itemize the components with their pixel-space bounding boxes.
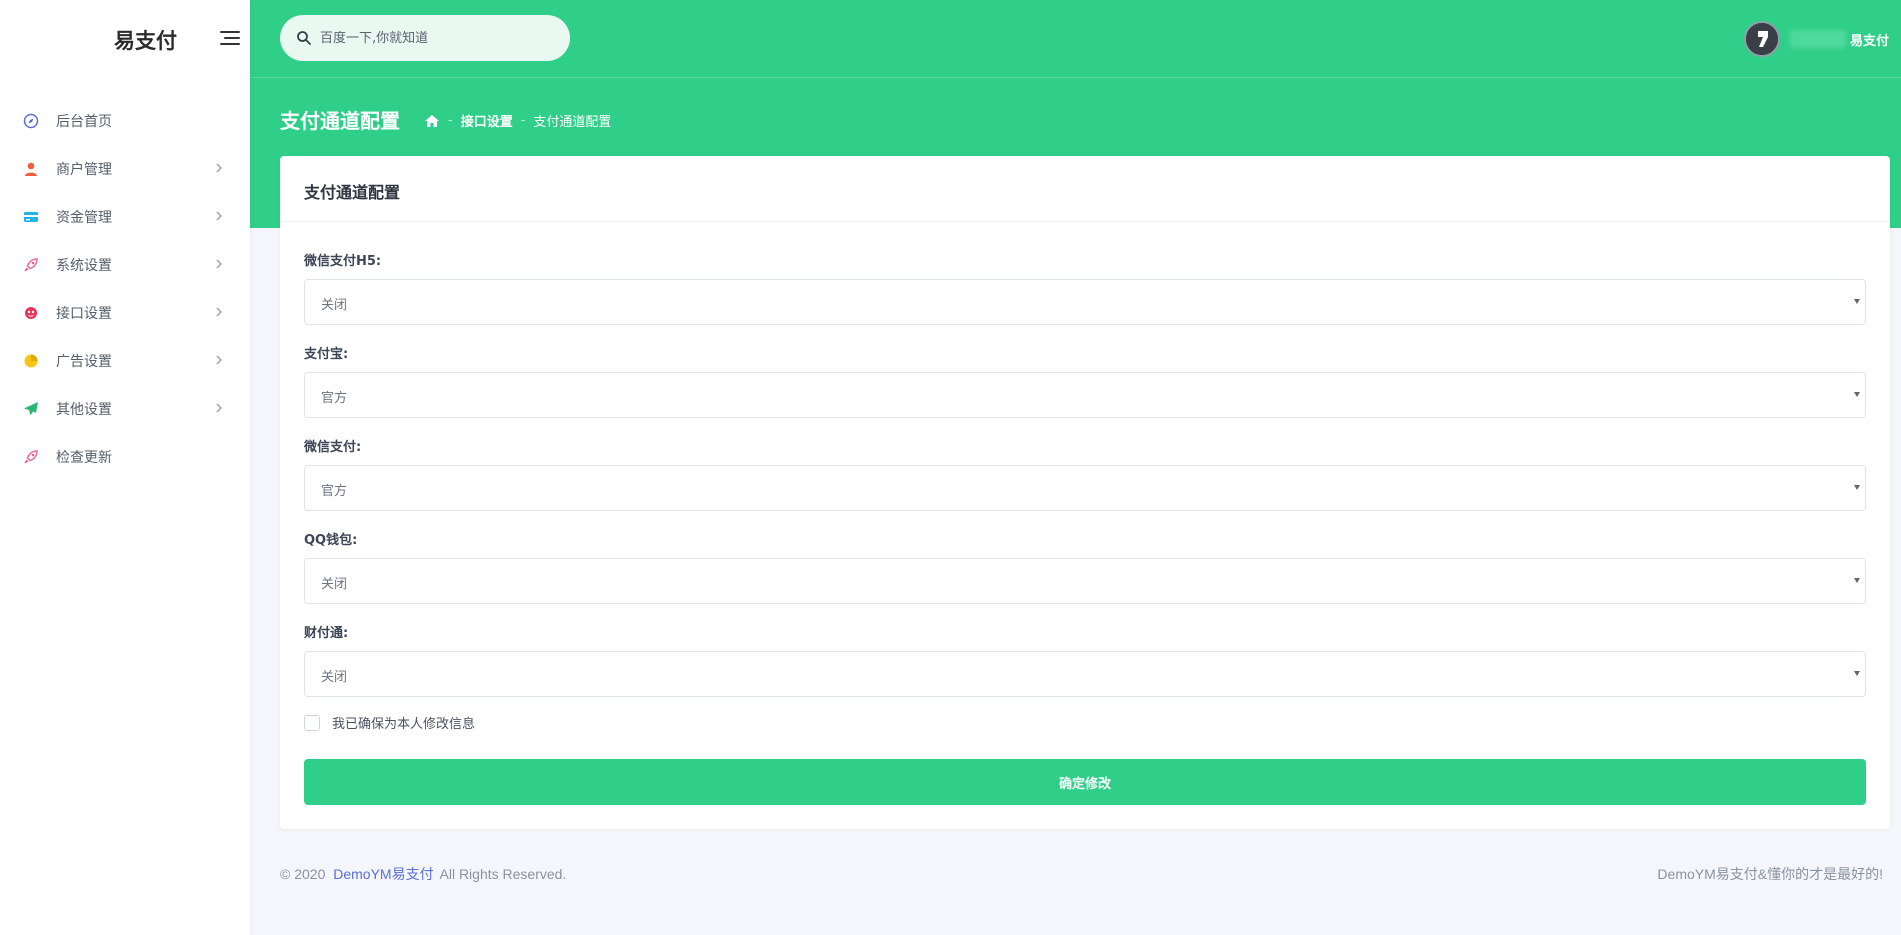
alipay-select[interactable]: 官方 [304, 372, 1866, 418]
field-wechat-pay: 微信支付: 官方 [304, 436, 1866, 511]
field-qq-wallet: QQ钱包: 关闭 [304, 529, 1866, 604]
chevron-right-icon [216, 403, 222, 413]
chevron-right-icon [216, 307, 222, 317]
sidebar-item-ad-settings[interactable]: 广告设置 [0, 336, 250, 384]
sidebar-item-label: 其他设置 [56, 402, 112, 418]
field-label: 财付通: [304, 626, 349, 641]
confirm-checkbox-label[interactable]: 我已确保为本人修改信息 [332, 713, 475, 732]
home-icon[interactable] [424, 114, 440, 128]
caret-down-icon [1854, 671, 1860, 676]
sidebar-item-label: 广告设置 [56, 354, 112, 370]
wechat-h5-select[interactable]: 关闭 [304, 279, 1866, 325]
sidebar-nav: 后台首页 商户管理 资金管理 系统设置 接口设置 广告设置 其他设置 检查更新 [0, 96, 250, 480]
breadcrumb-item-api-settings[interactable]: 接口设置 [461, 111, 513, 130]
sidebar-item-merchants[interactable]: 商户管理 [0, 144, 250, 192]
footer-brand-link[interactable]: DemoYM易支付 [333, 866, 433, 882]
search-icon [297, 31, 311, 45]
caret-down-icon [1854, 578, 1860, 583]
submit-button[interactable]: 确定修改 [304, 759, 1866, 805]
sidebar: 易支付 后台首页 商户管理 资金管理 系统设置 接口设置 广告设置 其他设置 检… [0, 0, 250, 935]
breadcrumb-separator: - [520, 113, 526, 128]
breadcrumb-separator: - [448, 113, 453, 128]
field-label: 支付宝: [304, 347, 349, 362]
confirm-checkbox[interactable] [304, 714, 320, 731]
select-value: 关闭 [321, 670, 348, 685]
rocket-icon [22, 256, 40, 274]
breadcrumb-item-current: 支付通道配置 [533, 115, 612, 130]
menu-toggle-icon[interactable] [220, 29, 242, 47]
card-title: 支付通道配置 [304, 183, 401, 202]
sidebar-item-label: 系统设置 [56, 258, 112, 274]
sidebar-item-other-settings[interactable]: 其他设置 [0, 384, 250, 432]
avatar[interactable] [1743, 21, 1780, 57]
brand-name[interactable]: 易支付 [114, 25, 177, 55]
brand-area: 易支付 [0, 0, 250, 78]
search-box [280, 15, 570, 61]
chevron-right-icon [216, 259, 222, 269]
card-header: 支付通道配置 [280, 156, 1890, 222]
wechat-pay-select[interactable]: 官方 [304, 465, 1866, 511]
qq-wallet-select[interactable]: 关闭 [304, 558, 1866, 604]
field-label: 微信支付H5: [304, 254, 382, 269]
sidebar-item-system-settings[interactable]: 系统设置 [0, 240, 250, 288]
tenpay-select[interactable]: 关闭 [304, 651, 1866, 697]
bug-icon [22, 304, 40, 322]
user-icon [22, 160, 40, 178]
top-bar: 易支付 [250, 0, 1901, 78]
user-name-blurred [1789, 30, 1846, 48]
sidebar-item-funds[interactable]: 资金管理 [0, 192, 250, 240]
caret-down-icon [1854, 485, 1860, 490]
rocket-icon [22, 448, 40, 466]
config-card: 支付通道配置 微信支付H5: 关闭 支付宝: 官方 微信支付: 官方 QQ钱包:… [280, 156, 1890, 829]
copyright-text: © 2020 [280, 866, 326, 882]
sidebar-item-dashboard[interactable]: 后台首页 [0, 96, 250, 144]
caret-down-icon [1854, 299, 1860, 304]
field-wechat-h5: 微信支付H5: 关闭 [304, 250, 1866, 325]
card-icon [22, 208, 40, 226]
chevron-right-icon [216, 211, 222, 221]
caret-down-icon [1854, 392, 1860, 397]
sidebar-item-label: 接口设置 [56, 306, 112, 322]
breadcrumb: - 接口设置 - 支付通道配置 [424, 111, 611, 130]
sidebar-item-api-settings[interactable]: 接口设置 [0, 288, 250, 336]
confirm-checkbox-row[interactable]: 我已确保为本人修改信息 [304, 713, 475, 732]
field-label: 微信支付: [304, 440, 362, 455]
page-title: 支付通道配置 [280, 109, 400, 133]
sidebar-item-label: 后台首页 [56, 114, 112, 130]
rights-text: All Rights Reserved. [439, 866, 567, 882]
field-tenpay: 财付通: 关闭 [304, 622, 1866, 697]
select-value: 关闭 [321, 577, 348, 592]
sidebar-item-label: 检查更新 [56, 450, 112, 466]
compass-icon [22, 112, 40, 130]
sidebar-item-label: 资金管理 [56, 210, 112, 226]
chevron-right-icon [216, 163, 222, 173]
select-value: 关闭 [321, 298, 348, 313]
chevron-right-icon [216, 355, 222, 365]
select-value: 官方 [321, 391, 348, 406]
user-name: 易支付 [1849, 33, 1889, 49]
footer-slogan: DemoYM易支付&懂你的才是最好的! [1657, 866, 1883, 882]
sidebar-item-check-update[interactable]: 检查更新 [0, 432, 250, 480]
select-value: 官方 [321, 484, 348, 499]
sidebar-item-label: 商户管理 [56, 162, 112, 178]
send-icon [22, 400, 40, 418]
user-menu[interactable]: 易支付 [1743, 20, 1889, 58]
pie-icon [22, 352, 40, 370]
field-label: QQ钱包: [304, 533, 358, 548]
footer-copyright: © 2020 DemoYM易支付 All Rights Reserved. [280, 864, 566, 884]
field-alipay: 支付宝: 官方 [304, 343, 1866, 418]
search-input[interactable] [320, 27, 560, 49]
